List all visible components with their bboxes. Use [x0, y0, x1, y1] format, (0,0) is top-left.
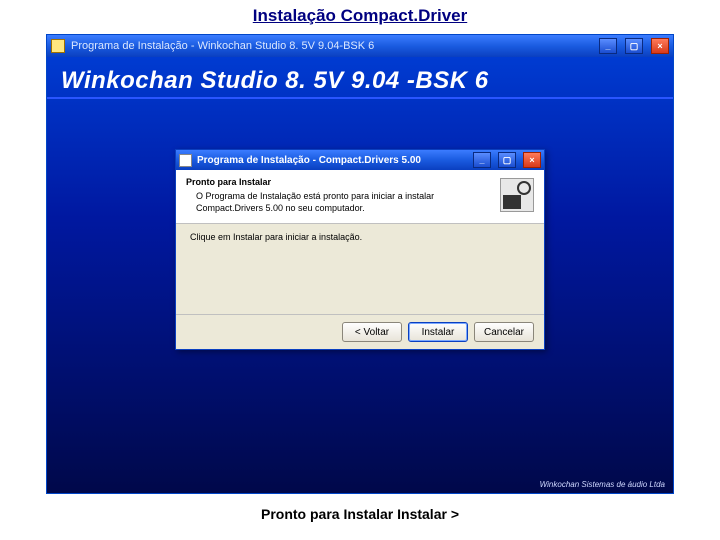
parent-titlebar[interactable]: Programa de Instalação - Winkochan Studi… — [47, 35, 673, 57]
dialog-titlebar[interactable]: Programa de Instalação - Compact.Drivers… — [176, 150, 544, 170]
dialog-title: Programa de Instalação - Compact.Drivers… — [197, 155, 466, 166]
page-title: Instalação Compact.Driver — [0, 0, 720, 34]
parent-installer-window: Programa de Instalação - Winkochan Studi… — [46, 34, 674, 494]
page-caption: Pronto para Instalar Instalar > — [0, 494, 720, 534]
close-button[interactable]: × — [651, 38, 669, 54]
dialog-header-title: Pronto para Instalar — [186, 176, 476, 188]
dialog-header: Pronto para Instalar O Programa de Insta… — [176, 170, 544, 224]
installer-icon — [500, 178, 534, 212]
dialog-maximize-button[interactable]: ▢ — [498, 152, 516, 168]
parent-window-title: Programa de Instalação - Winkochan Studi… — [71, 40, 591, 52]
dialog-minimize-button[interactable]: _ — [473, 152, 491, 168]
back-button[interactable]: < Voltar — [342, 322, 402, 342]
dialog-close-button[interactable]: × — [523, 152, 541, 168]
minimize-button[interactable]: _ — [599, 38, 617, 54]
parent-window-body: Programa de Instalação - Compact.Drivers… — [47, 99, 673, 493]
dialog-body: Clique em Instalar para iniciar a instal… — [176, 224, 544, 314]
product-banner: Winkochan Studio 8. 5V 9.04 -BSK 6 — [47, 57, 673, 99]
installer-dialog: Programa de Instalação - Compact.Drivers… — [175, 149, 545, 350]
dialog-header-subtitle: O Programa de Instalação está pronto par… — [186, 190, 476, 214]
dialog-instruction-text: Clique em Instalar para iniciar a instal… — [190, 232, 530, 242]
app-icon — [51, 39, 65, 53]
dialog-header-text: Pronto para Instalar O Programa de Insta… — [186, 176, 476, 214]
dialog-button-bar: < Voltar Instalar Cancelar — [176, 314, 544, 349]
install-button[interactable]: Instalar — [408, 322, 468, 342]
maximize-button[interactable]: ▢ — [625, 38, 643, 54]
brand-footer: Winkochan Sistemas de áudio Ltda — [540, 480, 665, 489]
cancel-button[interactable]: Cancelar — [474, 322, 534, 342]
dialog-app-icon — [179, 154, 192, 167]
